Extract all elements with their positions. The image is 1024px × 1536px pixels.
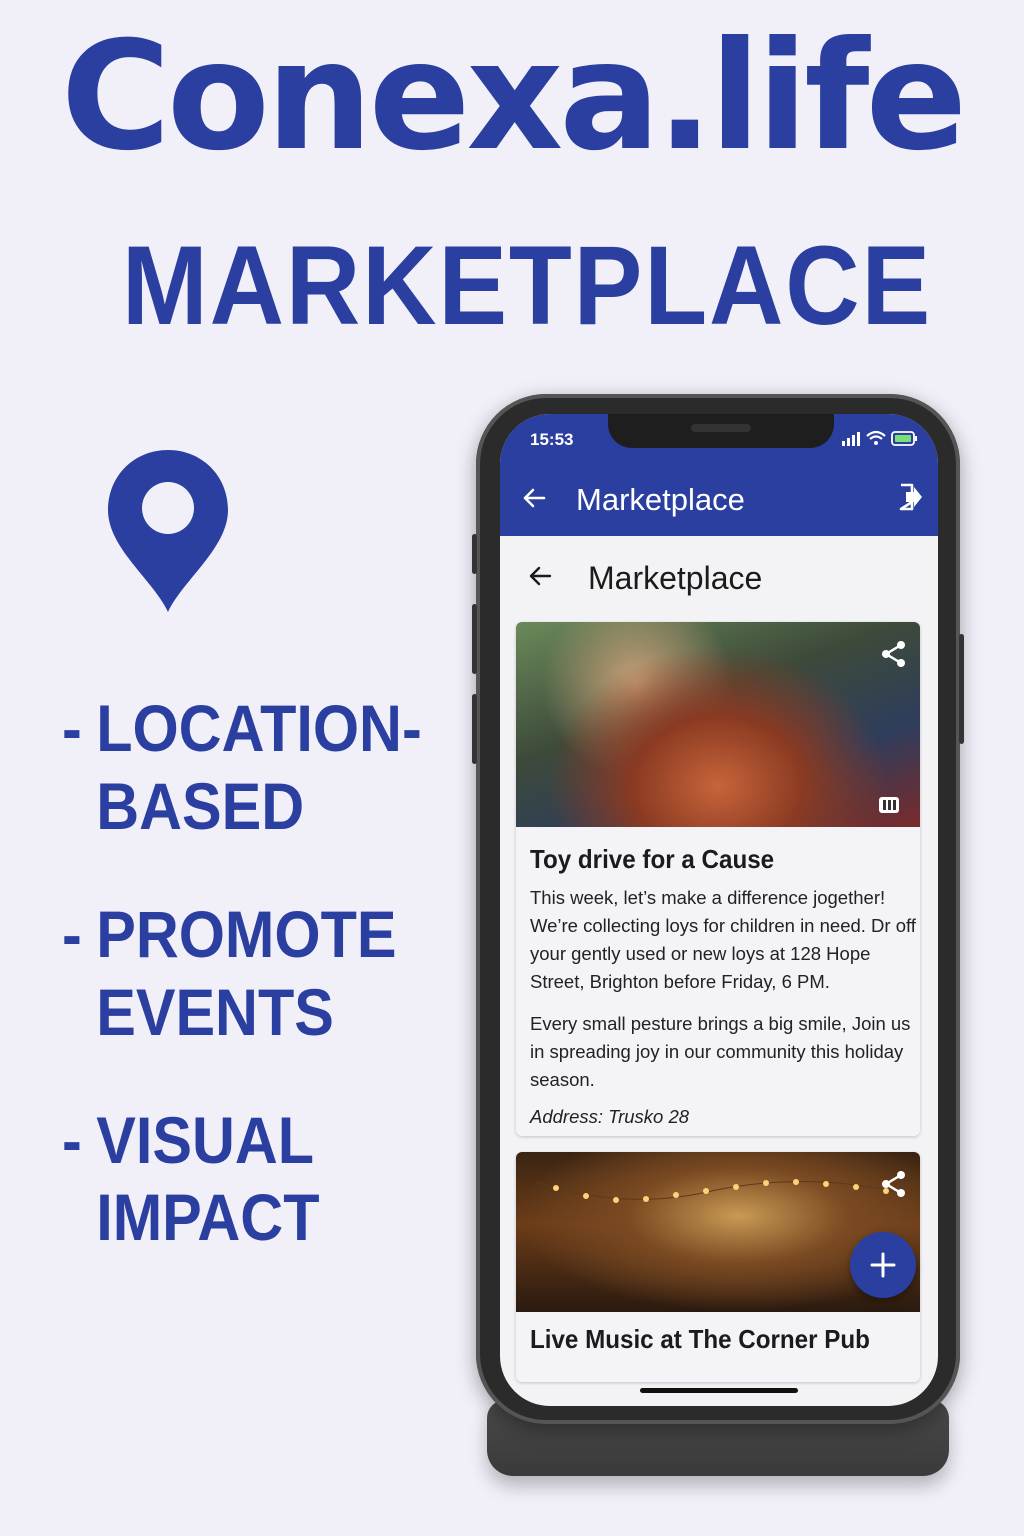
phone-mockup: 15:53 Marketplace Marketplace Toy drive … <box>472 394 964 1424</box>
phone-side-button <box>472 534 477 574</box>
listing-card[interactable]: Toy drive for a Cause This week, let’s m… <box>516 622 920 1136</box>
app-bar: Marketplace <box>500 464 938 536</box>
phone-side-button <box>472 604 477 674</box>
phone-power-button <box>959 634 964 744</box>
feature-visual-impact: - VISUAL IMPACT <box>62 1102 320 1255</box>
logout-icon[interactable] <box>898 482 924 512</box>
string-lights <box>536 1179 896 1203</box>
phone-screen: 15:53 Marketplace Marketplace Toy drive … <box>500 414 938 1406</box>
listing-title: Live Music at The Corner Pub <box>530 1324 870 1354</box>
feature-promote-events: - PROMOTE EVENTS <box>62 896 397 1049</box>
app-bar-title: Marketplace <box>576 482 745 517</box>
share-icon[interactable] <box>880 1170 908 1198</box>
share-icon[interactable] <box>880 640 908 668</box>
location-pin-icon <box>108 450 228 612</box>
phone-side-button <box>472 694 477 764</box>
back-arrow-icon[interactable] <box>526 562 554 590</box>
feature-location-based: - LOCATION- BASED <box>62 691 422 843</box>
page-title: Marketplace <box>588 560 763 596</box>
signal-icon <box>842 432 860 446</box>
listing-title: Toy drive for a Cause <box>530 844 775 874</box>
marketplace-heading: MARKETPLACE <box>121 223 933 348</box>
wifi-icon <box>866 430 886 440</box>
description-paragraph: Every small pesture brings a big smile, … <box>530 1013 911 1090</box>
description-paragraph: This week, let’s make a difference joget… <box>530 887 916 992</box>
status-time: 15:53 <box>530 430 574 449</box>
page-header: Marketplace <box>500 536 938 622</box>
add-listing-button[interactable] <box>850 1232 916 1298</box>
feature-list: - LOCATION- BASED - PROMOTE EVENTS - VIS… <box>62 690 462 1307</box>
status-icons <box>842 430 917 446</box>
battery-icon <box>891 431 917 446</box>
back-arrow-icon[interactable] <box>520 484 548 512</box>
listing-description: This week, let’s make a difference joget… <box>530 884 918 1108</box>
listing-address: Address: Trusko 28 <box>530 1106 690 1127</box>
gallery-icon[interactable] <box>878 794 900 814</box>
phone-notch <box>608 414 834 448</box>
brand-title: Conexa.life <box>60 10 967 184</box>
home-indicator[interactable] <box>640 1388 798 1393</box>
plus-icon <box>870 1252 896 1278</box>
listing-photo[interactable] <box>516 622 920 827</box>
